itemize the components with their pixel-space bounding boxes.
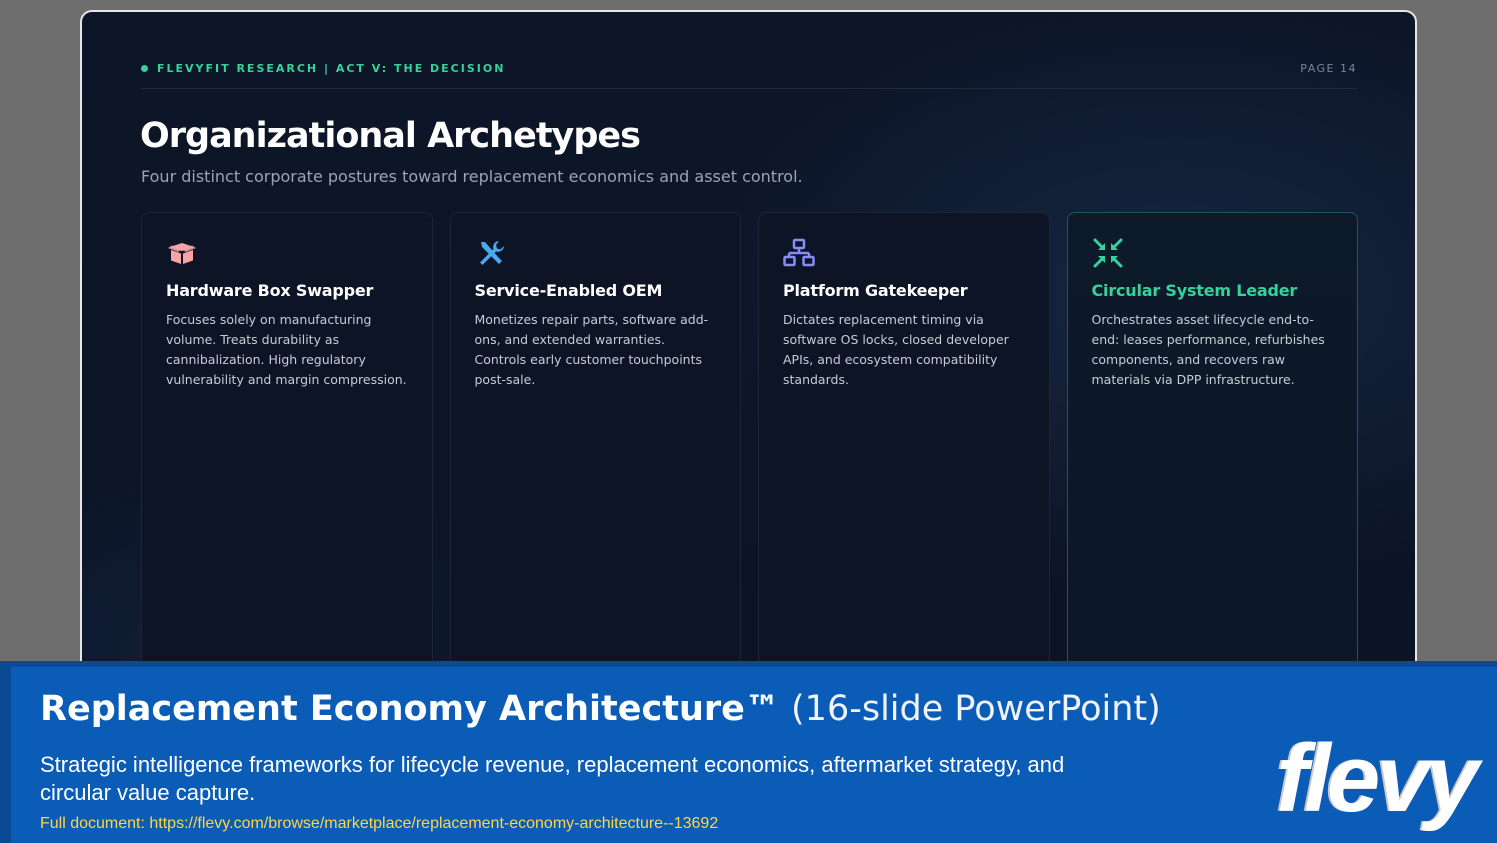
kicker-text: FLEVYFIT RESEARCH | ACT V: THE DECISION: [157, 62, 506, 75]
compress-arrows-icon: [1092, 237, 1124, 269]
box-open-icon: [166, 237, 198, 269]
network-icon: [783, 237, 815, 269]
card-body: Orchestrates asset lifecycle end-to-end:…: [1091, 312, 1325, 387]
card-title: Platform Gatekeeper: [783, 281, 968, 300]
slide-title: Organizational Archetypes: [140, 116, 641, 156]
flevy-logo: flevy: [1276, 725, 1479, 832]
archetype-card-circular-system-leader: Circular System Leader Orchestrates asse…: [1066, 212, 1358, 688]
slide-subtitle: Four distinct corporate postures toward …: [141, 167, 803, 186]
card-title: Hardware Box Swapper: [166, 281, 374, 300]
product-title-format: (16-slide PowerPoint): [779, 689, 1161, 729]
header-divider: [141, 88, 1357, 89]
archetype-card-platform-gatekeeper: Platform Gatekeeper Dictates replacement…: [758, 212, 1050, 688]
card-body: Focuses solely on manufacturing volume. …: [166, 312, 407, 387]
product-title-main: Replacement Economy Architecture™: [40, 689, 780, 729]
archetype-card-hardware-box-swapper: Hardware Box Swapper Focuses solely on m…: [141, 212, 433, 688]
product-description: Strategic intelligence frameworks for li…: [40, 752, 1065, 805]
tools-icon: [475, 237, 507, 269]
card-title: Service-Enabled OEM: [474, 281, 663, 300]
archetype-cards: Hardware Box Swapper Focuses solely on m…: [141, 212, 1358, 688]
card-title: Circular System Leader: [1091, 281, 1298, 300]
product-title: Replacement Economy Architecture™ (16-sl…: [40, 689, 1161, 729]
banner-accent-strip: [0, 667, 11, 843]
page-number: PAGE 14: [1300, 62, 1357, 75]
card-body: Dictates replacement timing via software…: [783, 312, 1009, 387]
section-kicker: FLEVYFIT RESEARCH | ACT V: THE DECISION: [141, 62, 505, 75]
full-document-link[interactable]: Full document: https://flevy.com/browse/…: [40, 815, 718, 833]
card-body: Monetizes repair parts, software add-ons…: [474, 312, 709, 387]
slide-frame: FLEVYFIT RESEARCH | ACT V: THE DECISION …: [80, 10, 1417, 690]
archetype-card-service-enabled-oem: Service-Enabled OEM Monetizes repair par…: [449, 212, 741, 688]
kicker-dot: [141, 65, 148, 72]
product-banner: Replacement Economy Architecture™ (16-sl…: [0, 661, 1497, 843]
